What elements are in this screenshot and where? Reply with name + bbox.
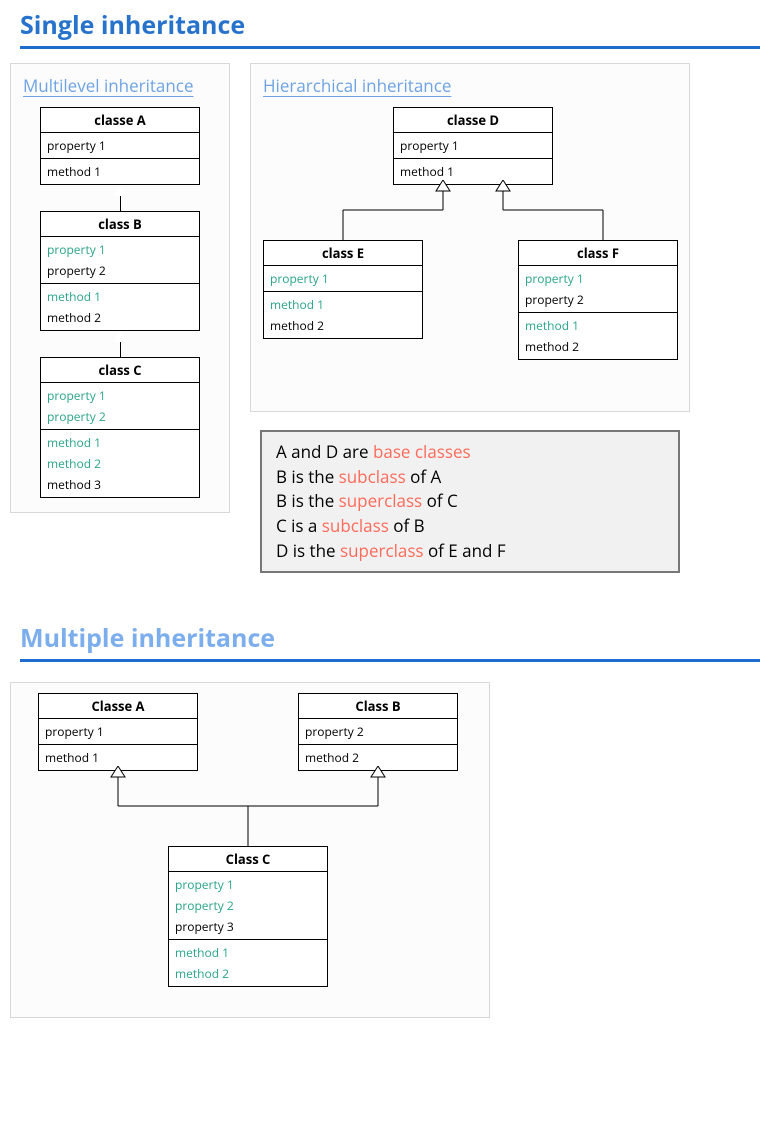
- method: method 1: [270, 294, 416, 315]
- method: method 1: [47, 286, 193, 307]
- method: method 1: [525, 315, 671, 336]
- uml-title: class E: [264, 241, 422, 266]
- prop: property 1: [175, 874, 321, 895]
- props: property 1 property 2: [41, 383, 199, 430]
- uml-class-c: class C property 1 property 2 method 1 m…: [40, 357, 200, 498]
- uml-title: Classe A: [39, 694, 197, 719]
- subheading-multilevel: Multilevel inheritance: [23, 74, 217, 97]
- panel-hierarchical: Hierarchical inheritance classe D proper…: [250, 63, 690, 412]
- prop: property 1: [47, 239, 193, 260]
- methods: method 1 method 2: [519, 313, 677, 359]
- props: property 1: [39, 719, 197, 745]
- stem: [120, 196, 121, 211]
- uml-class-d: classe D property 1 method 1: [393, 107, 553, 185]
- method: method 2: [525, 336, 671, 357]
- uml-title: classe A: [41, 108, 199, 133]
- note-line: A and D are base classes: [276, 440, 664, 465]
- prop: property 2: [305, 721, 451, 742]
- arrow-up-icon: [113, 331, 127, 342]
- prop: property 1: [400, 135, 546, 156]
- props: property 2: [299, 719, 457, 745]
- uml-class-b: class B property 1 property 2 method 1 m…: [40, 211, 200, 331]
- prop: property 1: [45, 721, 191, 742]
- uml-class-f: class F property 1 property 2 method 1 m…: [518, 240, 678, 360]
- hier-canvas: classe D property 1 method 1: [263, 107, 677, 397]
- props: property 1 property 2: [41, 237, 199, 284]
- prop: property 3: [175, 916, 321, 937]
- prop: property 2: [525, 289, 671, 310]
- methods: method 1: [41, 159, 199, 184]
- method: method 1: [45, 747, 191, 768]
- panel-multiple: Classe A property 1 method 1 Class B pro…: [10, 682, 490, 1018]
- connector-bc: [23, 331, 217, 357]
- multilevel-stack: classe A property 1 method 1 class B pro…: [23, 107, 217, 498]
- props: property 1: [394, 133, 552, 159]
- method: method 3: [47, 474, 193, 495]
- rule-single: [20, 46, 760, 49]
- heading-single: Single inheritance: [0, 0, 780, 46]
- methods: method 1 method 2 method 3: [41, 430, 199, 497]
- multiple-row: Classe A property 1 method 1 Class B pro…: [0, 672, 780, 1028]
- props: property 1: [264, 266, 422, 292]
- prop: property 2: [47, 406, 193, 427]
- method: method 1: [400, 161, 546, 182]
- props: property 1 property 2: [519, 266, 677, 313]
- methods: method 1 method 2: [169, 940, 327, 986]
- stem: [120, 342, 121, 357]
- methods: method 1 method 2: [41, 284, 199, 330]
- method: method 2: [270, 315, 416, 336]
- uml-title: class C: [41, 358, 199, 383]
- note-line: C is a subclass of B: [276, 514, 664, 539]
- prop: property 1: [270, 268, 416, 289]
- uml-title: Class B: [299, 694, 457, 719]
- uml-class-a: classe A property 1 method 1: [40, 107, 200, 185]
- right-col: Hierarchical inheritance classe D proper…: [250, 63, 690, 573]
- method: method 1: [47, 161, 193, 182]
- uml-mu-c: Class C property 1 property 2 property 3…: [168, 846, 328, 987]
- uml-title: class F: [519, 241, 677, 266]
- prop: property 2: [47, 260, 193, 281]
- method: method 1: [47, 432, 193, 453]
- prop: property 1: [525, 268, 671, 289]
- props: property 1: [41, 133, 199, 159]
- note-line: D is the superclass of E and F: [276, 539, 664, 564]
- note-box: A and D are base classes B is the subcla…: [260, 430, 680, 573]
- prop: property 1: [47, 385, 193, 406]
- uml-mu-a: Classe A property 1 method 1: [38, 693, 198, 771]
- multi-connectors: [23, 766, 483, 856]
- prop: property 1: [47, 135, 193, 156]
- uml-class-e: class E property 1 method 1 method 2: [263, 240, 423, 339]
- multi-canvas: Classe A property 1 method 1 Class B pro…: [23, 693, 477, 1003]
- panel-multilevel: Multilevel inheritance classe A property…: [10, 63, 230, 513]
- heading-multiple: Multiple inheritance: [0, 613, 780, 659]
- method: method 2: [175, 963, 321, 984]
- note-line: B is the superclass of C: [276, 489, 664, 514]
- method: method 2: [47, 453, 193, 474]
- arrow-up-icon: [113, 185, 127, 196]
- method: method 2: [305, 747, 451, 768]
- rule-multiple: [20, 659, 760, 662]
- subheading-hierarchical: Hierarchical inheritance: [263, 74, 677, 97]
- single-row: Multilevel inheritance classe A property…: [0, 59, 780, 583]
- method: method 1: [175, 942, 321, 963]
- uml-title: Class C: [169, 847, 327, 872]
- uml-title: class B: [41, 212, 199, 237]
- uml-mu-b: Class B property 2 method 2: [298, 693, 458, 771]
- props: property 1 property 2 property 3: [169, 872, 327, 940]
- methods: method 1 method 2: [264, 292, 422, 338]
- method: method 2: [47, 307, 193, 328]
- uml-title: classe D: [394, 108, 552, 133]
- connector-ab: [23, 185, 217, 211]
- note-line: B is the subclass of A: [276, 465, 664, 490]
- prop: property 2: [175, 895, 321, 916]
